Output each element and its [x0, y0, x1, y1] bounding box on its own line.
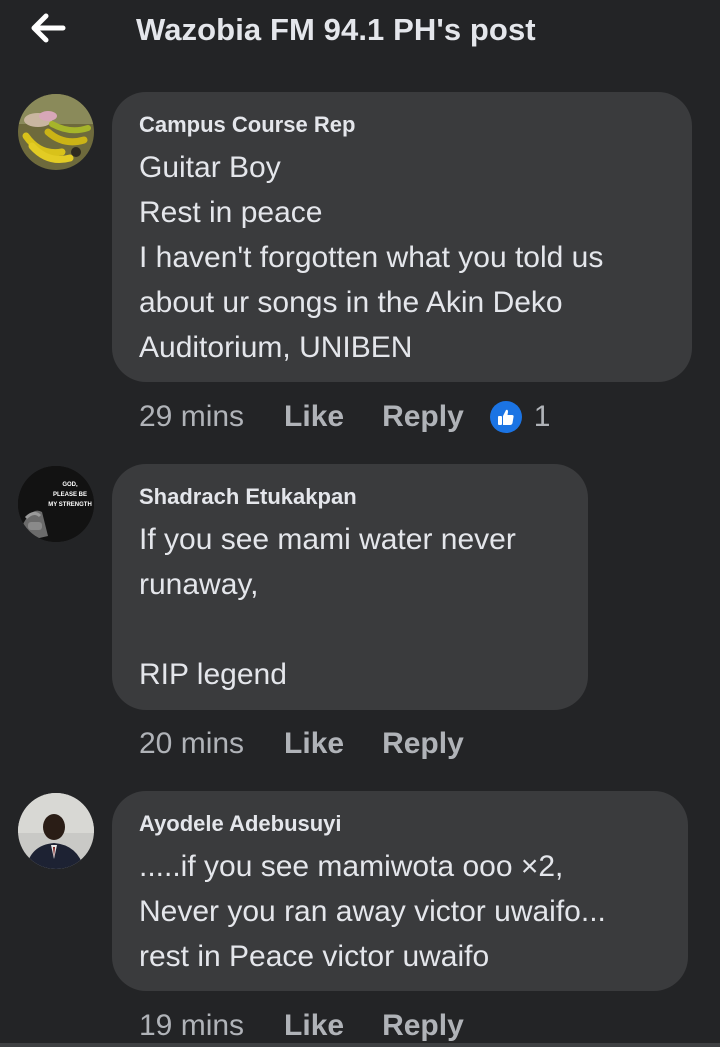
avatar-bananas-image	[18, 94, 94, 170]
thumbs-up-icon	[489, 401, 522, 433]
comment-text-line: runaway,	[139, 568, 259, 601]
like-button[interactable]: Like	[284, 727, 344, 761]
comment-text-line: Rest in peace	[139, 196, 323, 229]
comment-text-line: Auditorium, UNIBEN	[139, 331, 413, 364]
like-button[interactable]: Like	[284, 1009, 344, 1043]
comment-actions: 29 mins Like Reply 1	[139, 397, 550, 437]
comment-text-line: RIP legend	[139, 658, 287, 691]
comment-bubble: Ayodele Adebusuyi .....if you see mamiwo…	[112, 791, 688, 991]
reply-button[interactable]: Reply	[382, 727, 464, 761]
avatar[interactable]	[18, 793, 94, 869]
comment-text-line: Guitar Boy	[139, 151, 281, 184]
comment-author[interactable]: Ayodele Adebusuyi	[139, 811, 661, 837]
comment-author[interactable]: Shadrach Etukakpan	[139, 484, 561, 510]
avatar[interactable]	[18, 94, 94, 170]
reply-button[interactable]: Reply	[382, 1009, 464, 1043]
comment-bubble: Campus Course Rep Guitar Boy Rest in pea…	[112, 92, 692, 382]
reaction-count: 1	[533, 400, 551, 433]
comment-timestamp[interactable]: 19 mins	[139, 1009, 244, 1043]
comment-text-line: If you see mami water never	[139, 523, 516, 556]
comment-timestamp[interactable]: 20 mins	[139, 727, 244, 761]
comment-bubble: Shadrach Etukakpan If you see mami water…	[112, 464, 588, 710]
comment-timestamp[interactable]: 29 mins	[139, 400, 244, 434]
top-bar: Wazobia FM 94.1 PH's post	[0, 0, 720, 66]
comment-text-line: rest in Peace victor uwaifo	[139, 940, 490, 973]
page-title: Wazobia FM 94.1 PH's post	[136, 12, 536, 47]
reaction-summary[interactable]: 1	[489, 400, 551, 434]
avatar-caption-line: GOD,	[62, 482, 78, 488]
comment-author[interactable]: Campus Course Rep	[139, 112, 665, 138]
back-button[interactable]	[26, 8, 70, 48]
comment-text-line: .....if you see mamiwota ooo ×2,	[139, 850, 564, 883]
comment-text-line: Never you ran away victor uwaifo...	[139, 895, 606, 928]
comment-actions: 20 mins Like Reply	[139, 724, 464, 764]
avatar-caption-line: PLEASE BE	[53, 492, 87, 498]
divider	[0, 1043, 720, 1047]
arrow-left-icon	[31, 13, 66, 43]
avatar-text-image: GOD, PLEASE BE MY STRENGTH	[18, 466, 94, 542]
comment-text-line: about ur songs in the Akin Deko	[139, 286, 563, 319]
avatar-caption-line: MY STRENGTH	[48, 502, 92, 508]
comment-text-line	[139, 607, 561, 652]
comment-actions: 19 mins Like Reply	[139, 1006, 464, 1046]
comment-text-line: I haven't forgotten what you told us	[139, 241, 604, 274]
like-button[interactable]: Like	[284, 400, 344, 434]
avatar[interactable]: GOD, PLEASE BE MY STRENGTH	[18, 466, 94, 542]
avatar-person-image	[18, 793, 94, 869]
reply-button[interactable]: Reply	[382, 400, 464, 434]
